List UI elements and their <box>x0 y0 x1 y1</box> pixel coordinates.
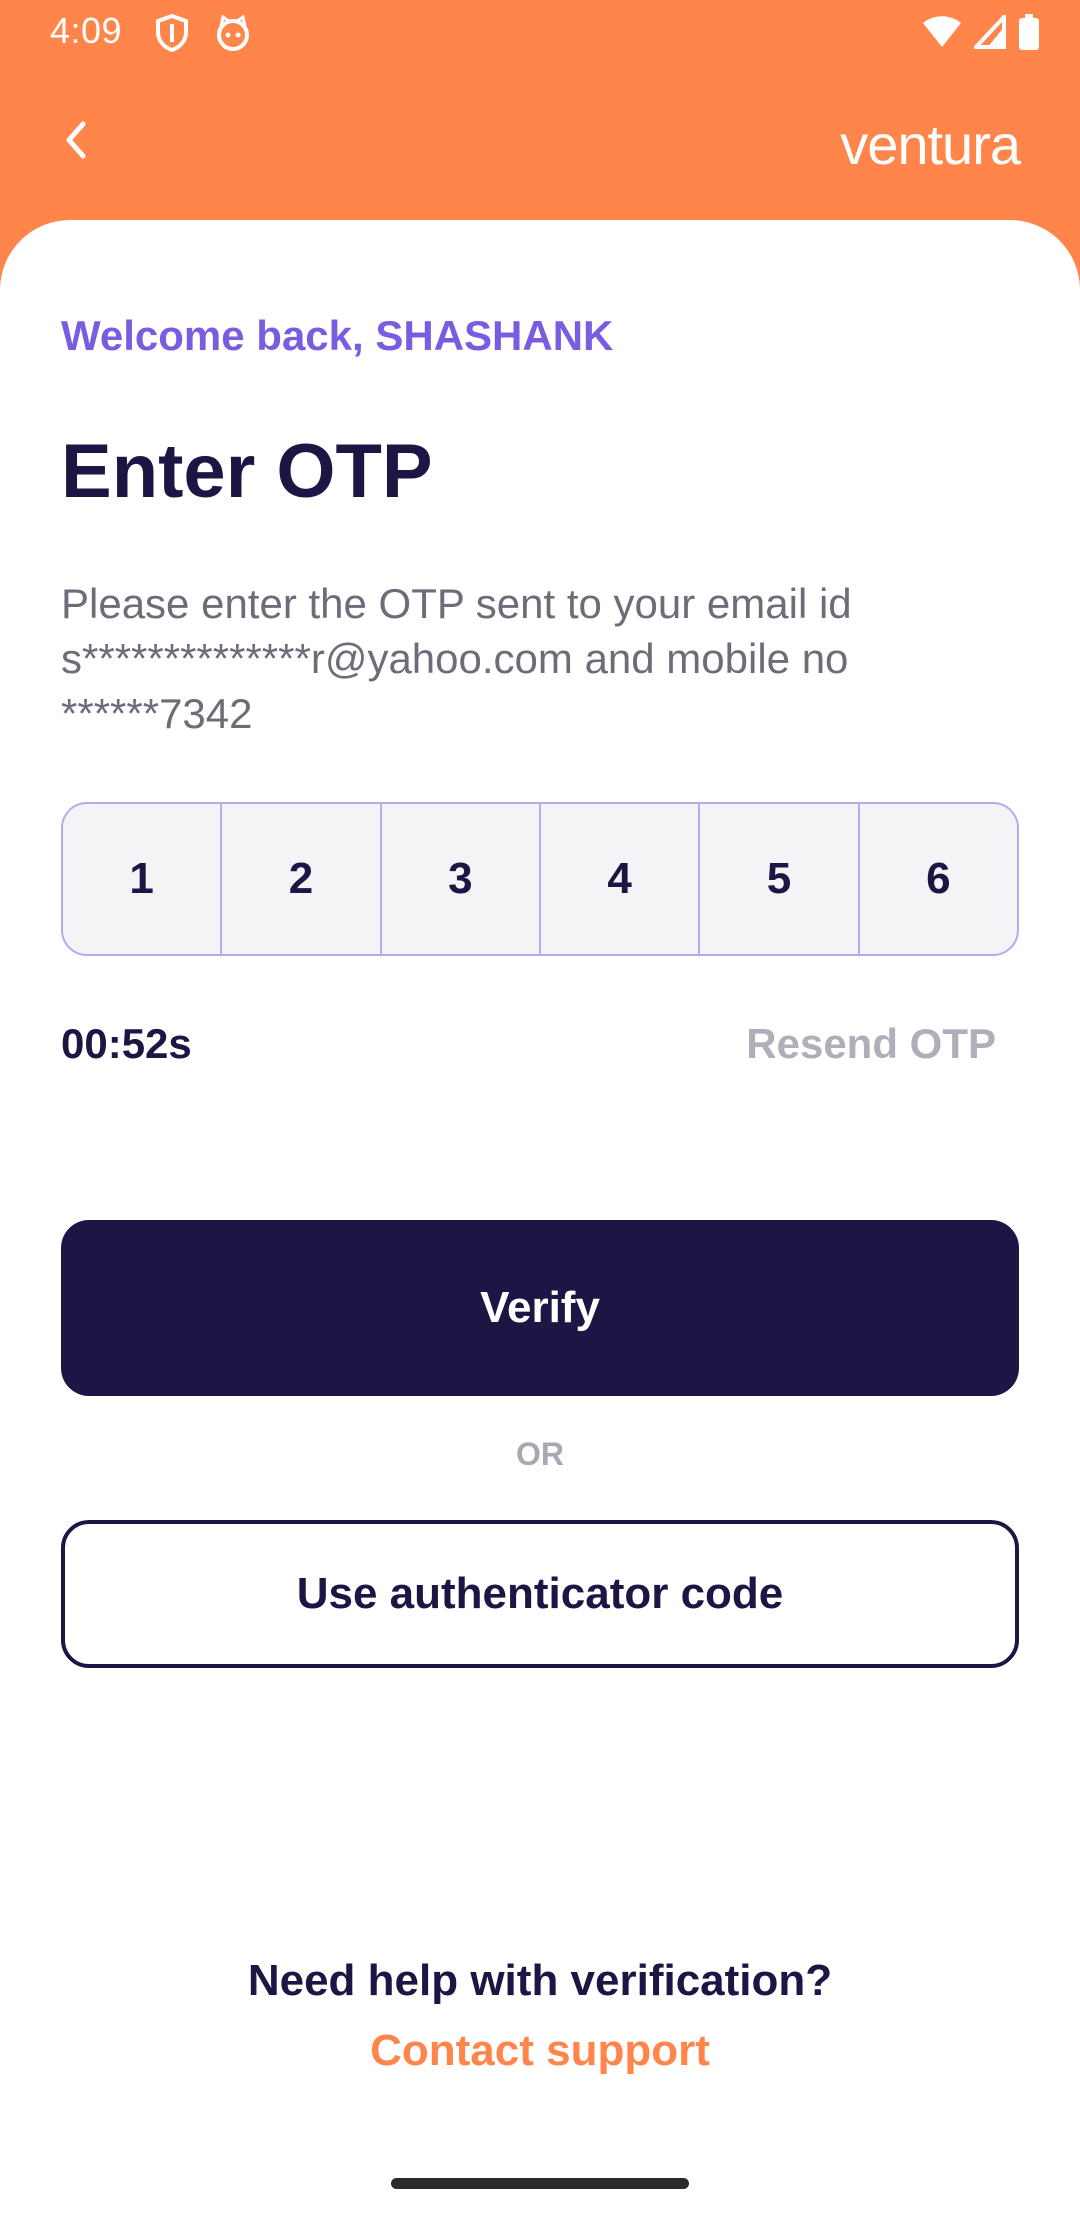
otp-digit-1[interactable]: 1 <box>63 804 223 954</box>
signal-icon <box>971 11 1006 54</box>
page-title: Enter OTP <box>61 429 433 514</box>
otp-digit-2[interactable]: 2 <box>222 804 382 954</box>
cat-face-icon <box>214 14 250 52</box>
brand-logo: ventura <box>840 113 1021 176</box>
resend-otp-link[interactable]: Resend OTP <box>746 1020 996 1068</box>
status-right-icons <box>922 11 1040 55</box>
countdown-timer: 00:52s <box>61 1020 192 1067</box>
authenticator-code-button[interactable]: Use authenticator code <box>61 1520 1019 1668</box>
battery-icon <box>1018 14 1040 55</box>
chevron-left-icon <box>61 118 91 167</box>
status-time: 4:09 <box>50 10 123 51</box>
home-indicator[interactable] <box>391 2178 689 2189</box>
contact-support-link[interactable]: Contact support <box>0 2026 1080 2076</box>
otp-digit-4[interactable]: 4 <box>541 804 701 954</box>
otp-digit-6[interactable]: 6 <box>860 804 1017 954</box>
otp-description: Please enter the OTP sent to your email … <box>61 580 852 737</box>
otp-screen: 4:09 ventura Welcome back, SHASHANK Ente… <box>0 0 1080 2220</box>
content-sheet: Welcome back, SHASHANK Enter OTP Please … <box>0 220 1080 2220</box>
otp-digit-3[interactable]: 3 <box>382 804 541 954</box>
wifi-icon <box>922 15 962 54</box>
or-divider: OR <box>516 1436 564 1472</box>
welcome-text: Welcome back, SHASHANK <box>61 312 614 359</box>
shield-icon <box>154 13 190 53</box>
status-bar: 4:09 <box>0 0 1080 66</box>
help-text: Need help with verification? <box>247 1956 833 2005</box>
back-button[interactable] <box>44 110 108 174</box>
otp-input-group: 1 2 3 4 5 6 <box>61 802 1019 956</box>
app-bar: ventura <box>0 66 1080 220</box>
otp-digit-5[interactable]: 5 <box>700 804 860 954</box>
verify-button[interactable]: Verify <box>61 1220 1019 1396</box>
